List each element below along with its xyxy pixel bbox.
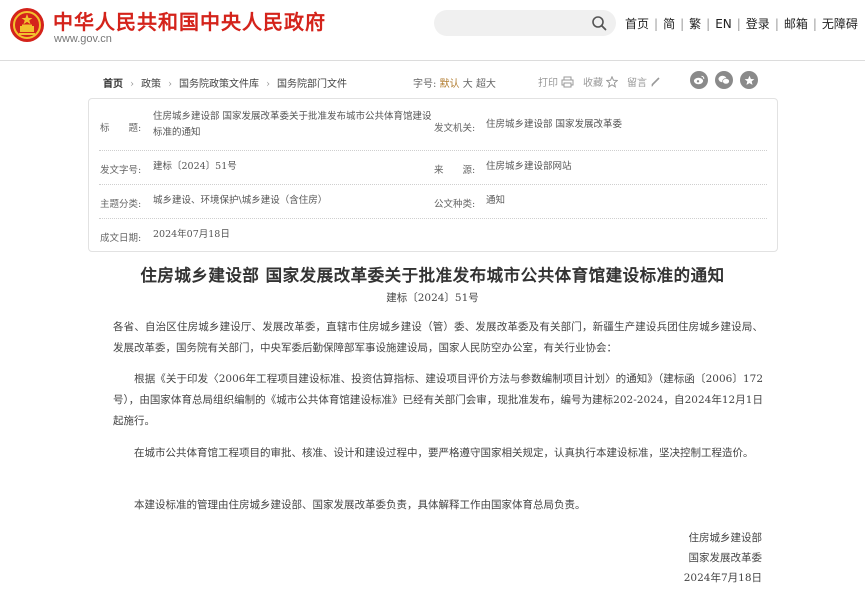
signature-ministry: 住房城乡建设部	[688, 532, 763, 544]
header-divider	[0, 60, 865, 61]
wechat-icon	[718, 75, 730, 85]
nav-divider: |	[680, 17, 685, 31]
favorite-button[interactable]: 收藏	[583, 74, 618, 89]
article-paragraph-addressees: 各省、自治区住房城乡建设厅、发展改革委，直辖市住房城乡建设（管）委、发展改革委及…	[113, 321, 763, 354]
national-emblem-icon[interactable]	[9, 7, 45, 43]
nav-divider: |	[706, 17, 711, 31]
signature-ndrc: 国家发展改革委	[688, 552, 763, 564]
breadcrumb-policy-library[interactable]: 国务院政策文件库	[179, 79, 259, 90]
weibo-share-button[interactable]	[690, 71, 708, 89]
nav-home[interactable]: 首页	[625, 17, 649, 31]
nav-divider: |	[774, 17, 779, 31]
article-title: 住房城乡建设部 国家发展改革委关于批准发布城市公共体育馆建设标准的通知	[140, 266, 725, 285]
issuer-value: 住房城乡建设部 国家发展改革委	[486, 119, 623, 130]
article-docno: 建标〔2024〕51号	[386, 292, 479, 304]
comment-label: 留言	[627, 78, 647, 89]
issuer-label: 发文机关:	[434, 123, 476, 134]
article-tools: 打印 收藏 留言	[538, 74, 670, 89]
title-label: 标 题:	[100, 123, 142, 134]
font-size-default[interactable]: 默认	[440, 79, 460, 90]
nav-divider: |	[736, 17, 741, 31]
breadcrumb-home[interactable]: 首页	[103, 79, 123, 90]
date-value: 2024年07月18日	[153, 229, 230, 240]
site-url[interactable]: www.gov.cn	[54, 33, 112, 45]
weibo-icon	[693, 75, 705, 85]
doc-type-label: 公文种类:	[434, 199, 476, 210]
site-title[interactable]: 中华人民共和国中央人民政府	[53, 6, 326, 35]
category-value: 城乡建设、环境保护\城乡建设（含住房）	[153, 195, 328, 206]
breadcrumb-department-docs[interactable]: 国务院部门文件	[277, 79, 347, 90]
font-size-xlarge[interactable]: 超大	[476, 79, 496, 90]
breadcrumb-separator: ›	[130, 79, 134, 90]
docno-label: 发文字号:	[100, 165, 142, 176]
doc-type-value: 通知	[486, 195, 506, 206]
print-button[interactable]: 打印	[538, 74, 574, 89]
nav-mailbox[interactable]: 邮箱	[784, 17, 808, 31]
nav-english[interactable]: EN	[715, 17, 732, 31]
article-paragraph-responsibility: 本建设标准的管理由住房城乡建设部、国家发展改革委负责，具体解释工作由国家体育总局…	[113, 499, 586, 511]
comment-button[interactable]: 留言	[627, 74, 661, 89]
font-size-label: 字号:	[413, 79, 437, 90]
nav-divider: |	[812, 17, 817, 31]
wechat-share-button[interactable]	[715, 71, 733, 89]
search-input[interactable]	[434, 10, 616, 36]
nav-traditional[interactable]: 繁	[689, 17, 701, 31]
star-icon	[744, 75, 754, 85]
nav-login[interactable]: 登录	[746, 17, 770, 31]
star-outline-icon	[606, 75, 618, 88]
date-label: 成文日期:	[100, 233, 142, 244]
nav-divider: |	[654, 17, 659, 31]
docno-value: 建标〔2024〕51号	[153, 161, 237, 172]
font-size-large[interactable]: 大	[463, 79, 473, 90]
print-label: 打印	[538, 78, 558, 89]
article-paragraph-approval: 根据《关于印发〈2006年工程项目建设标准、投资估算指标、建设项目评价方法与参数…	[113, 373, 763, 427]
breadcrumb: 首页 › 政策 › 国务院政策文件库 › 国务院部门文件	[103, 75, 347, 90]
favorite-share-button[interactable]	[740, 71, 758, 89]
printer-icon	[561, 76, 574, 87]
favorite-label: 收藏	[583, 78, 603, 89]
signature-date: 2024年7月18日	[683, 572, 762, 584]
source-label: 来 源:	[434, 165, 476, 176]
nav-accessibility[interactable]: 无障碍	[822, 17, 858, 31]
category-label: 主题分类:	[100, 199, 142, 210]
breadcrumb-policy[interactable]: 政策	[141, 79, 161, 90]
breadcrumb-separator: ›	[266, 79, 270, 90]
share-buttons	[690, 71, 758, 89]
document-metadata-box: 标 题: 住房城乡建设部 国家发展改革委关于批准发布城市公共体育馆建设标准的通知…	[88, 98, 778, 252]
top-nav: 首页 | 简 | 繁 | EN | 登录 | 邮箱 | 无障碍	[625, 15, 858, 32]
font-size-selector: 字号: 默认 大 超大	[413, 75, 496, 90]
site-header: 中华人民共和国中央人民政府 www.gov.cn 首页 | 简 | 繁 | EN | 登录 | 邮箱…	[0, 0, 865, 52]
pencil-icon	[651, 77, 660, 87]
nav-simplified[interactable]: 简	[663, 17, 675, 31]
title-value: 住房城乡建设部 国家发展改革委关于批准发布城市公共体育馆建设标准的通知	[153, 111, 432, 138]
article-paragraph-requirements: 在城市公共体育馆工程项目的审批、核准、设计和建设过程中，要严格遵守国家相关规定，…	[113, 447, 754, 459]
source-value: 住房城乡建设部网站	[486, 161, 572, 172]
breadcrumb-separator: ›	[168, 79, 172, 90]
search-icon[interactable]	[591, 15, 607, 31]
